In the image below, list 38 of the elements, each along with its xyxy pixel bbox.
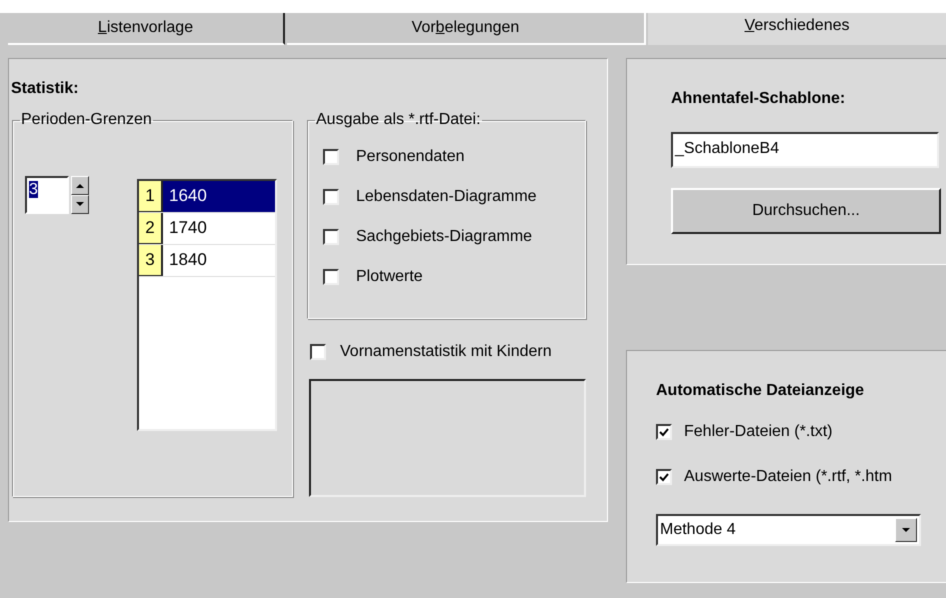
checkbox[interactable] (323, 149, 339, 165)
checkbox[interactable] (656, 469, 672, 485)
checkbox-label: Personendaten (356, 147, 465, 167)
checkbox-label: Vornamenstatistik mit Kindern (340, 342, 552, 362)
checkbox-label: Fehler-Dateien (*.txt) (684, 422, 832, 442)
row-number: 1 (139, 181, 163, 212)
number-field[interactable]: 3 (25, 176, 69, 214)
checkmark-icon (659, 428, 669, 436)
section-title: Ahnentafel-Schablone: (671, 89, 846, 109)
list-item[interactable]: 1640 (163, 181, 275, 212)
tab[interactable]: Vorbelegungen (287, 13, 646, 45)
checkbox[interactable] (310, 344, 326, 360)
row-number: 3 (139, 245, 163, 276)
checkmark-icon (659, 472, 669, 482)
checkbox[interactable] (323, 229, 339, 245)
list-item[interactable]: 1840 (163, 245, 275, 276)
section-title: Automatische Dateianzeige (656, 381, 866, 401)
checkbox[interactable] (656, 424, 672, 440)
spin-up-button[interactable] (71, 176, 89, 195)
text-field[interactable]: _SchabloneB4 (671, 132, 939, 168)
tab[interactable]: Listenvorlage (8, 13, 285, 45)
arrow-up-icon (76, 183, 84, 188)
checkbox-label: Auswerte-Dateien (*.rtf, *.htm (684, 467, 892, 487)
checkbox-label: Sachgebiets-Diagramme (356, 227, 532, 247)
tab[interactable]: Verschiedenes (648, 13, 946, 45)
checkbox-label: Lebensdaten-Diagramme (356, 187, 537, 207)
arrow-down-icon (76, 202, 84, 207)
row-number: 2 (139, 213, 163, 244)
group-label: Perioden-Grenzen (20, 112, 153, 128)
list-item[interactable]: 1740 (163, 213, 275, 244)
checkbox-label: Plotwerte (356, 267, 423, 287)
spin-down-button[interactable] (71, 195, 89, 214)
group-label: Ausgabe als *.rtf-Datei: (315, 112, 482, 128)
method-dropdown[interactable]: Methode 4 (656, 514, 921, 546)
browse-button[interactable]: Durchsuchen... (671, 188, 941, 234)
checkbox[interactable] (323, 269, 339, 285)
section-title: Statistik: (11, 79, 80, 99)
checkbox[interactable] (323, 189, 339, 205)
